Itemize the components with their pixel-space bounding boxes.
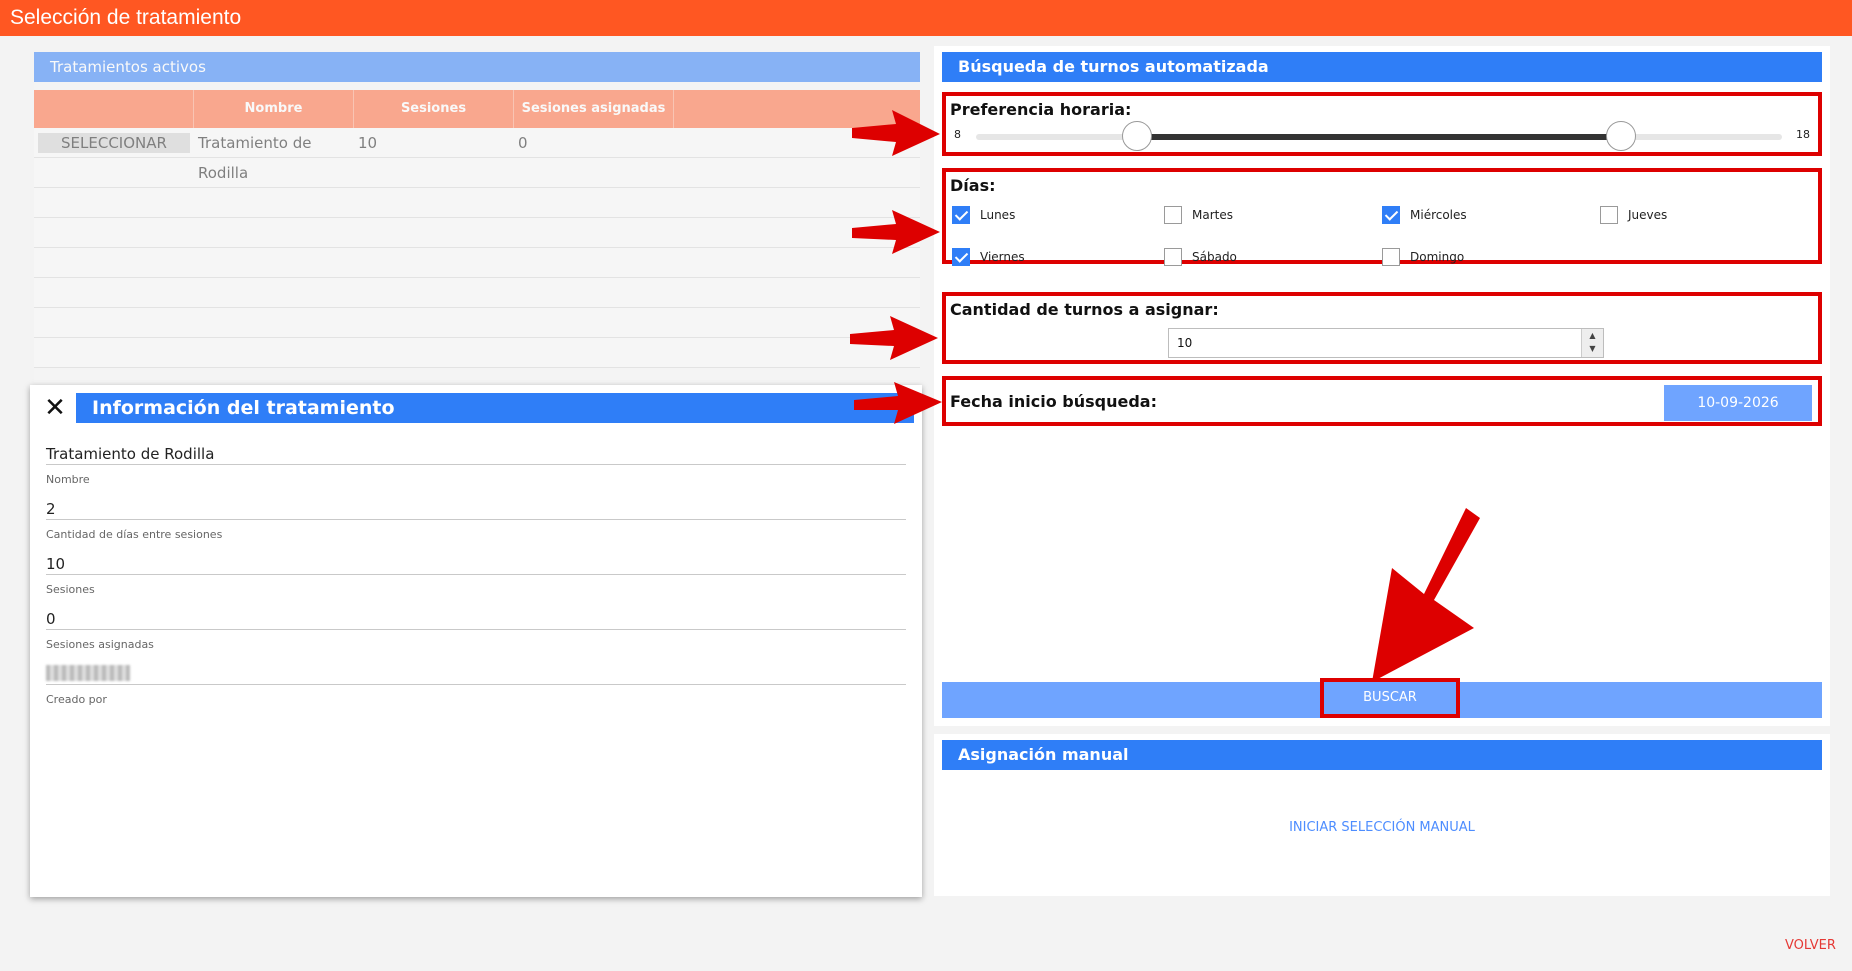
start-manual-selection-link[interactable]: INICIAR SELECCIÓN MANUAL — [934, 820, 1830, 835]
checkbox-martes[interactable]: Martes — [1164, 206, 1233, 224]
close-icon[interactable]: ✕ — [40, 395, 70, 425]
column-header-sesiones[interactable]: Sesiones — [354, 90, 514, 128]
field-nombre: Tratamiento de Rodilla Nombre — [46, 443, 906, 486]
treatment-info-dialog: ✕ Información del tratamiento Tratamient… — [30, 385, 922, 897]
field-value: Tratamiento de Rodilla — [46, 443, 906, 465]
checkbox-label: Viernes — [980, 250, 1025, 264]
quantity-box: Cantidad de turnos a asignar: 10 ▲ ▼ — [942, 292, 1822, 364]
field-value: 0 — [46, 608, 906, 630]
redacted-value — [46, 665, 130, 681]
quantity-value[interactable]: 10 — [1177, 336, 1192, 350]
checkbox-lunes[interactable]: Lunes — [952, 206, 1015, 224]
manual-assignment-title: Asignación manual — [942, 740, 1822, 770]
slider-range-fill — [1137, 134, 1621, 140]
search-button[interactable]: BUSCAR — [1320, 678, 1460, 718]
checkbox-box[interactable] — [1164, 248, 1182, 266]
checkbox-box[interactable] — [952, 248, 970, 266]
field-label: Sesiones asignadas — [46, 638, 154, 651]
field-label: Sesiones — [46, 583, 95, 596]
field-creado-por: Creado por — [46, 663, 906, 706]
checkbox-domingo[interactable]: Domingo — [1382, 248, 1464, 266]
slider-handle-start[interactable] — [1122, 121, 1153, 151]
checkbox-box[interactable] — [952, 206, 970, 224]
back-button[interactable]: VOLVER — [1785, 938, 1836, 953]
field-value — [46, 663, 906, 685]
start-date-box: Fecha inicio búsqueda: 10-09-2026 — [942, 376, 1822, 426]
auto-search-panel: Búsqueda de turnos automatizada Preferen… — [934, 46, 1830, 726]
field-sesiones-asignadas: 0 Sesiones asignadas — [46, 608, 906, 651]
field-sesiones: 10 Sesiones — [46, 553, 906, 596]
table-row-empty — [34, 308, 920, 338]
time-range-slider[interactable] — [976, 121, 1782, 151]
checkbox-box[interactable] — [1382, 248, 1400, 266]
select-button[interactable]: SELECCIONAR — [38, 133, 190, 153]
time-preference-label: Preferencia horaria: — [950, 100, 1132, 119]
days-label: Días: — [950, 176, 996, 195]
active-treatments-panel: Tratamientos activos Nombre Sesiones Ses… — [34, 52, 920, 382]
time-preference-box: Preferencia horaria: 8 18 — [942, 92, 1822, 156]
checkbox-jueves[interactable]: Jueves — [1600, 206, 1667, 224]
column-header-nombre[interactable]: Nombre — [194, 90, 354, 128]
table-row-empty — [34, 338, 920, 368]
checkbox-label: Domingo — [1410, 250, 1465, 264]
table-row-empty — [34, 158, 920, 188]
checkbox-sabado[interactable]: Sábado — [1164, 248, 1237, 266]
checkbox-box[interactable] — [1382, 206, 1400, 224]
checkbox-box[interactable] — [1600, 206, 1618, 224]
checkbox-label: Jueves — [1628, 208, 1668, 222]
cell-asignadas: 0 — [518, 134, 528, 152]
cell-nombre: Tratamiento de Rodilla — [198, 134, 312, 182]
table-row-empty — [34, 188, 920, 218]
slider-min-label: 8 — [954, 128, 961, 141]
days-box: Días: Lunes Martes Miércoles Jueves Vier… — [942, 168, 1822, 266]
dialog-title: Información del tratamiento — [76, 393, 914, 423]
column-header-asignadas[interactable]: Sesiones asignadas — [514, 90, 674, 128]
table-row[interactable]: SELECCIONAR Tratamiento de Rodilla 10 0 — [34, 128, 920, 182]
field-dias-entre-sesiones: 2 Cantidad de días entre sesiones — [46, 498, 906, 541]
search-bar: BUSCAR — [942, 678, 1822, 718]
quantity-stepper[interactable]: 10 ▲ ▼ — [1168, 328, 1604, 358]
table-row-empty — [34, 278, 920, 308]
field-label: Nombre — [46, 473, 90, 486]
slider-handle-end[interactable] — [1605, 121, 1636, 151]
field-label: Cantidad de días entre sesiones — [46, 528, 223, 541]
cell-sesiones: 10 — [358, 134, 378, 152]
manual-assignment-panel: Asignación manual INICIAR SELECCIÓN MANU… — [934, 734, 1830, 896]
field-label: Creado por — [46, 693, 107, 706]
column-header-action — [34, 90, 194, 128]
table-row-empty — [34, 248, 920, 278]
checkbox-label: Miércoles — [1410, 208, 1467, 222]
field-value: 10 — [46, 553, 906, 575]
quantity-label: Cantidad de turnos a asignar: — [950, 300, 1219, 319]
start-date-picker[interactable]: 10-09-2026 — [1664, 385, 1812, 421]
slider-max-label: 18 — [1796, 128, 1810, 141]
checkbox-label: Lunes — [980, 208, 1016, 222]
table-header: Nombre Sesiones Sesiones asignadas — [34, 90, 920, 128]
table-row-empty — [34, 218, 920, 248]
checkbox-viernes[interactable]: Viernes — [952, 248, 1025, 266]
checkbox-label: Sábado — [1192, 250, 1237, 264]
auto-search-title: Búsqueda de turnos automatizada — [942, 52, 1822, 82]
active-treatments-title: Tratamientos activos — [34, 52, 920, 82]
checkbox-miercoles[interactable]: Miércoles — [1382, 206, 1467, 224]
field-value: 2 — [46, 498, 906, 520]
stepper-arrows-icon[interactable]: ▲ ▼ — [1581, 329, 1603, 357]
checkbox-box[interactable] — [1164, 206, 1182, 224]
window-title: Selección de tratamiento — [0, 0, 1852, 36]
checkbox-label: Martes — [1192, 208, 1233, 222]
